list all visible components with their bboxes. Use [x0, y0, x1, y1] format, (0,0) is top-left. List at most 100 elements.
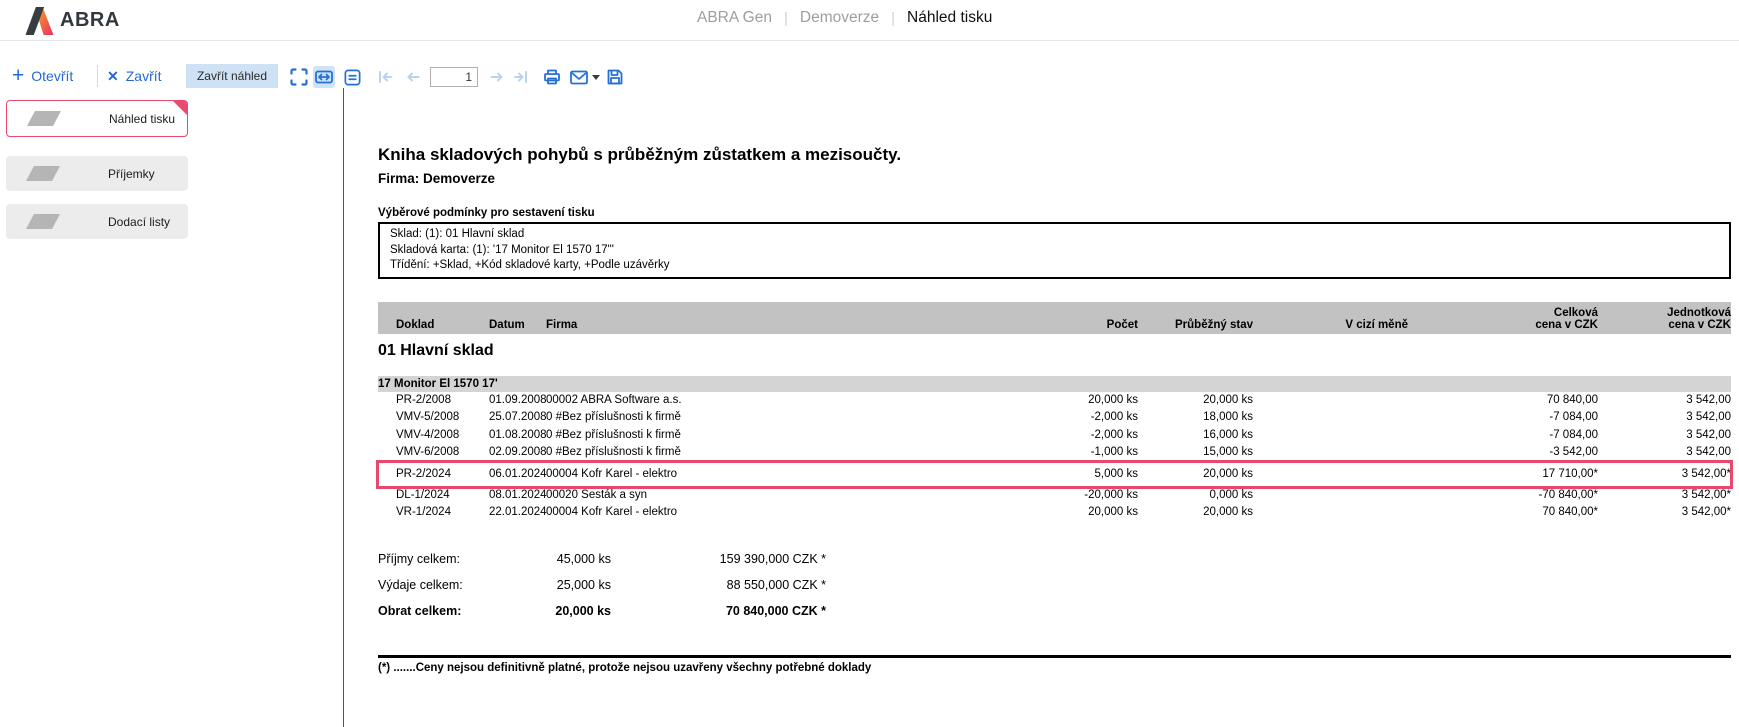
- logo-text: ABRA: [60, 9, 120, 32]
- cell-datum: 08.01.2024: [489, 487, 546, 505]
- report-sheet-icon: [27, 111, 61, 126]
- breadcrumb-app: ABRA Gen: [697, 9, 772, 27]
- cell-datum: 01.09.2008: [489, 392, 546, 410]
- last-page-button[interactable]: [510, 66, 532, 88]
- company-value: Demoverze: [423, 171, 495, 186]
- save-button[interactable]: [604, 66, 626, 88]
- condition-line: Sklad: (1): 01 Hlavní sklad: [390, 227, 1719, 243]
- fullscreen-button[interactable]: [288, 66, 310, 88]
- cell-doklad: VMV-4/2008: [378, 427, 489, 445]
- cell-prubezny-stav: 0,000 ks: [1138, 487, 1253, 505]
- print-icon: [542, 67, 562, 87]
- cell-pocet: -20,000 ks: [958, 487, 1138, 505]
- cell-jednotkova: 3 542,00: [1598, 392, 1731, 410]
- plus-icon: +: [12, 67, 24, 85]
- table-row: PR-2/2008 01.09.2008 00002 ABRA Software…: [378, 392, 1731, 410]
- totals-label: Obrat celkem:: [378, 604, 498, 619]
- cell-datum: 06.01.2024: [489, 462, 546, 487]
- totals-value: 70 840,000 CZK *: [611, 604, 826, 619]
- report-sheet-icon: [26, 214, 60, 229]
- next-page-button[interactable]: [486, 66, 508, 88]
- cell-pocet: -2,000 ks: [958, 427, 1138, 445]
- column-firma: Firma: [546, 319, 958, 331]
- previous-page-button[interactable]: [402, 66, 424, 88]
- table-row-highlighted: PR-2/2024 06.01.2024 00004 Kofr Karel - …: [378, 462, 1731, 487]
- cell-celkova: 70 840,00*: [1408, 504, 1598, 522]
- cell-firma: 00004 Kofr Karel - elektro: [546, 504, 958, 522]
- totals-label: Výdaje celkem:: [378, 578, 498, 593]
- cell-jednotkova: 3 542,00: [1598, 427, 1731, 445]
- column-datum: Datum: [489, 319, 546, 331]
- cell-jednotkova: 3 542,00: [1598, 444, 1731, 462]
- cell-firma: 00002 ABRA Software a.s.: [546, 392, 958, 410]
- sidebar-item-dodaci-listy[interactable]: Dodací listy: [6, 204, 188, 239]
- fit-width-icon: [314, 67, 334, 87]
- company-label: Firma:: [378, 171, 419, 186]
- totals-row-prijmy: Příjmy celkem: 45,000 ks 159 390,000 CZK…: [378, 552, 1739, 567]
- column-pocet: Počet: [958, 319, 1138, 331]
- cell-pocet: 20,000 ks: [958, 504, 1138, 522]
- cell-v-cizi-mene: [1253, 392, 1408, 410]
- cell-jednotkova: 3 542,00*: [1598, 462, 1731, 487]
- close-button-label: Zavřít: [126, 68, 162, 84]
- sidebar-item-nahled-tisku[interactable]: Náhled tisku: [6, 100, 188, 137]
- cell-jednotkova: 3 542,00*: [1598, 487, 1731, 505]
- first-page-icon: [376, 68, 394, 86]
- send-email-button[interactable]: [568, 66, 590, 88]
- cell-celkova: -7 084,00: [1408, 427, 1598, 445]
- totals-row-vydaje: Výdaje celkem: 25,000 ks 88 550,000 CZK …: [378, 578, 1739, 593]
- sidebar-item-prijemky[interactable]: Příjemky: [6, 156, 188, 191]
- close-icon: ✕: [107, 68, 119, 85]
- cell-firma: 0 #Bez příslušnosti k firmě: [546, 444, 958, 462]
- cell-doklad: VR-1/2024: [378, 504, 489, 522]
- email-dropdown-caret-icon[interactable]: [592, 75, 600, 80]
- cell-doklad: PR-2/2008: [378, 392, 489, 410]
- totals-value: 88 550,000 CZK *: [611, 578, 826, 593]
- last-page-icon: [512, 68, 530, 86]
- open-button[interactable]: + Otevřít: [12, 58, 73, 94]
- column-celkova-line2: cena v CZK: [1408, 319, 1598, 331]
- print-preview-page: Kniha skladových pohybů s průběžným zůst…: [343, 88, 1739, 727]
- column-jednotkova-line2: cena v CZK: [1598, 319, 1731, 331]
- close-button[interactable]: ✕ Zavřít: [107, 58, 162, 94]
- cell-datum: 02.09.2008: [489, 444, 546, 462]
- open-button-label: Otevřít: [31, 68, 73, 84]
- print-button[interactable]: [541, 66, 563, 88]
- report-title: Kniha skladových pohybů s průběžným zůst…: [378, 145, 1739, 165]
- fit-page-button[interactable]: [341, 66, 363, 88]
- next-page-icon: [488, 68, 506, 86]
- toolbar-separator: [97, 65, 98, 87]
- cell-datum: 01.08.2008: [489, 427, 546, 445]
- cell-firma: 0 #Bez příslušnosti k firmě: [546, 427, 958, 445]
- cell-doklad: PR-2/2024: [378, 462, 489, 487]
- previous-page-icon: [404, 68, 422, 86]
- breadcrumb-separator: |: [784, 10, 788, 27]
- cell-prubezny-stav: 20,000 ks: [1138, 504, 1253, 522]
- active-tab-corner: [172, 100, 188, 116]
- column-doklad: Doklad: [378, 319, 489, 331]
- cell-prubezny-stav: 18,000 ks: [1138, 409, 1253, 427]
- cell-firma: 00004 Kofr Karel - elektro: [546, 462, 958, 487]
- cell-celkova: -70 840,00*: [1408, 487, 1598, 505]
- column-celkova-line1: Celková: [1408, 307, 1598, 319]
- totals-value: 159 390,000 CZK *: [611, 552, 826, 567]
- cell-firma: 00020 Šesták a syn: [546, 487, 958, 505]
- cell-v-cizi-mene: [1253, 487, 1408, 505]
- table-row: VMV-6/2008 02.09.2008 0 #Bez příslušnost…: [378, 444, 1731, 462]
- page-number-input[interactable]: [430, 67, 478, 87]
- cell-doklad: VMV-6/2008: [378, 444, 489, 462]
- close-preview-button[interactable]: Zavřít náhled: [186, 64, 278, 88]
- conditions-box: Sklad: (1): 01 Hlavní sklad Skladová kar…: [378, 222, 1731, 279]
- totals-row-obrat: Obrat celkem: 20,000 ks 70 840,000 CZK *: [378, 604, 1739, 619]
- cell-celkova: -3 542,00: [1408, 444, 1598, 462]
- cell-jednotkova: 3 542,00: [1598, 409, 1731, 427]
- totals-qty: 20,000 ks: [498, 604, 611, 619]
- report-footnote: (*) .......Ceny nejsou definitivně platn…: [378, 655, 1731, 674]
- first-page-button[interactable]: [374, 66, 396, 88]
- totals-block: Příjmy celkem: 45,000 ks 159 390,000 CZK…: [378, 552, 1739, 619]
- totals-qty: 25,000 ks: [498, 578, 611, 593]
- condition-line: Třídění: +Sklad, +Kód skladové karty, +P…: [390, 258, 1719, 274]
- fit-width-button[interactable]: [313, 66, 335, 88]
- cell-pocet: -1,000 ks: [958, 444, 1138, 462]
- report-company-line: Firma: Demoverze: [378, 171, 1739, 186]
